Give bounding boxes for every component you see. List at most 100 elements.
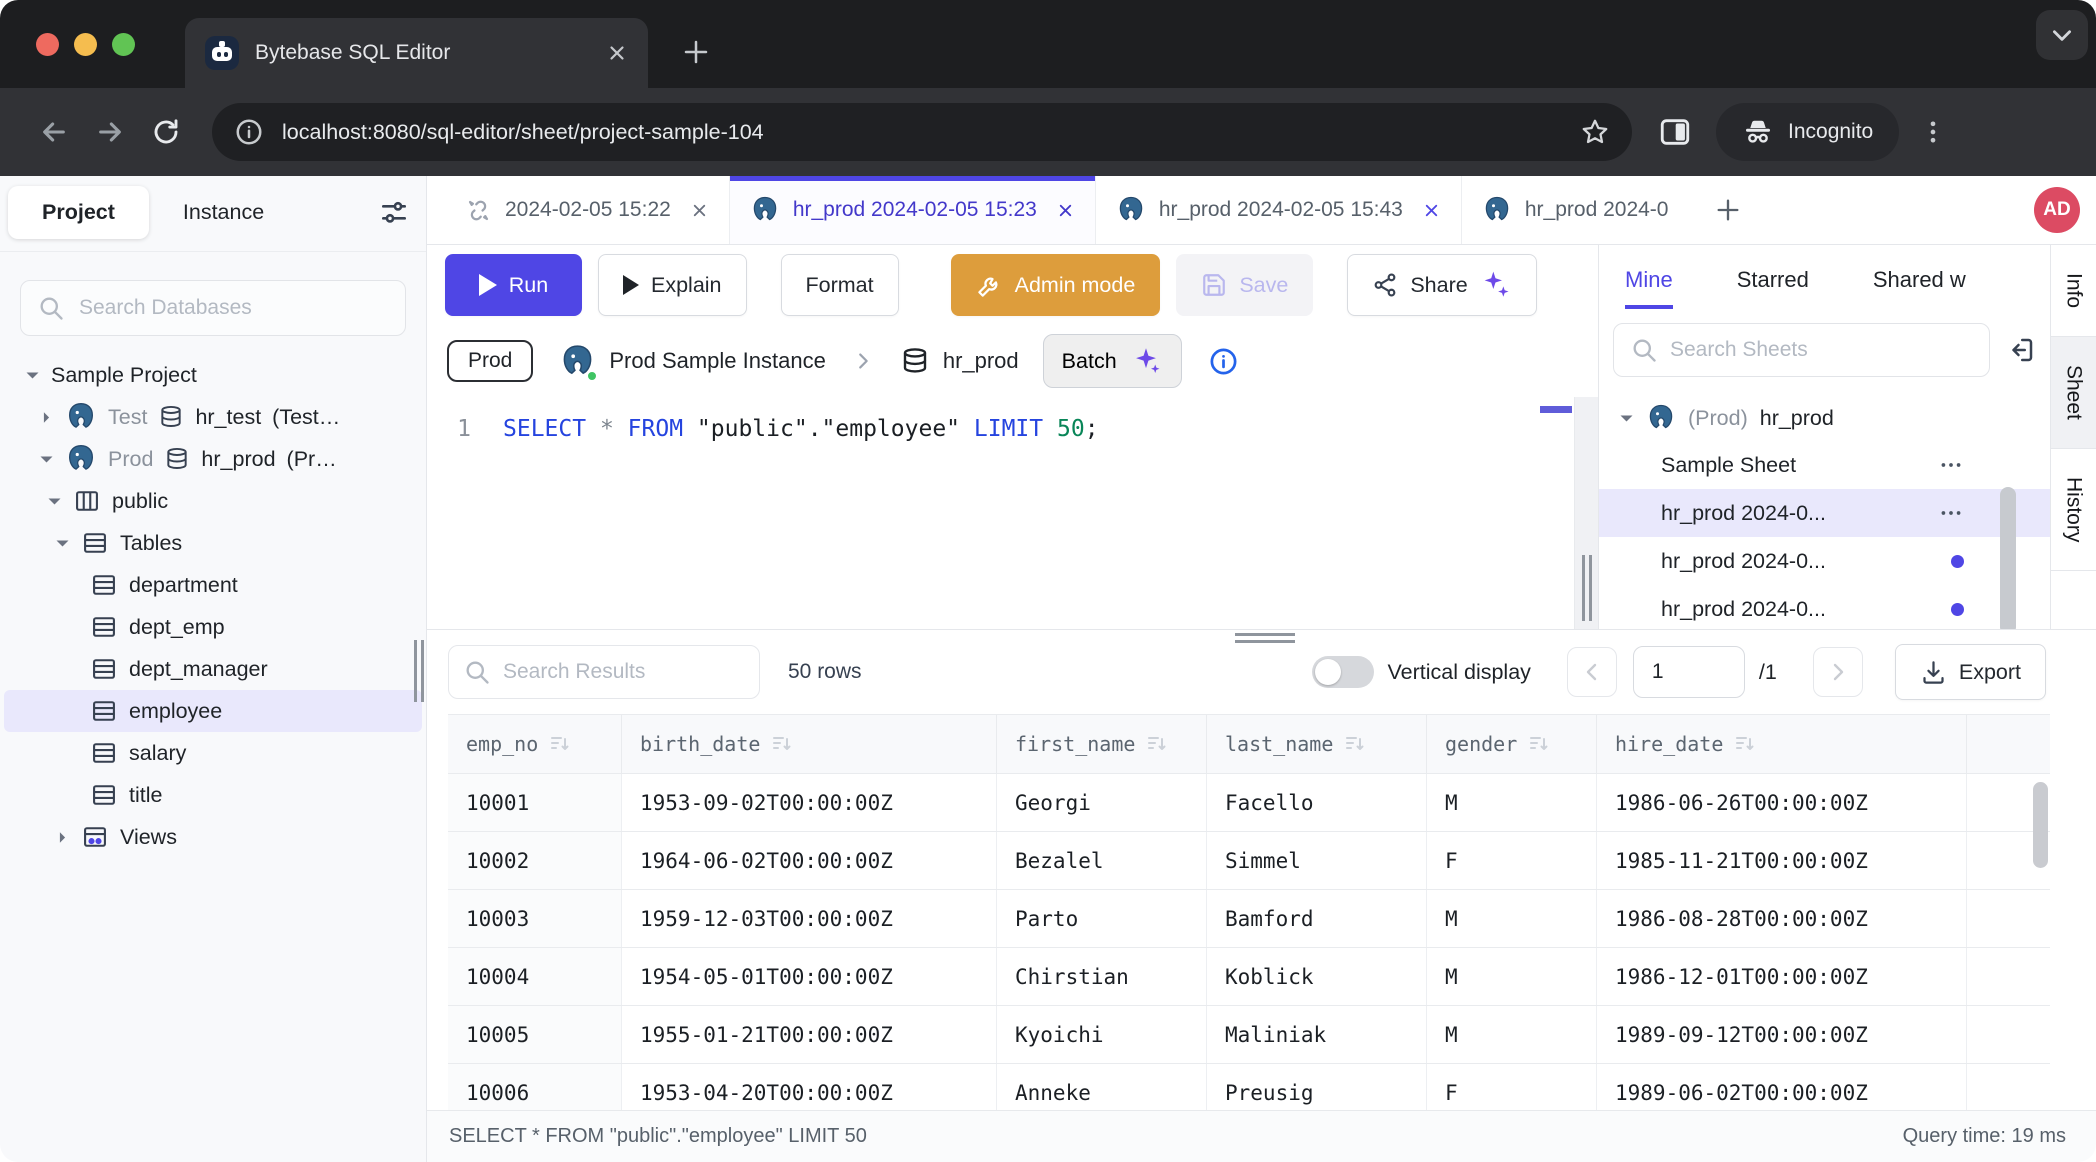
sidebar-resize-handle[interactable]	[414, 640, 426, 702]
caret-down-icon[interactable]	[46, 494, 62, 509]
sheet-group[interactable]: (Prod) hr_prod	[1599, 395, 2050, 441]
column-header[interactable]: last_name	[1207, 715, 1427, 773]
close-window-button[interactable]	[36, 33, 59, 56]
tree-node-table[interactable]: dept_manager	[4, 648, 422, 690]
caret-right-icon[interactable]	[38, 411, 54, 424]
column-header[interactable]: birth_date	[622, 715, 997, 773]
search-sheets-input[interactable]	[1670, 338, 1973, 362]
tree-node-table[interactable]: department	[4, 564, 422, 606]
side-panel-icon[interactable]	[1658, 115, 1692, 149]
site-info-icon[interactable]	[234, 117, 264, 147]
tree-node-schema-public[interactable]: public	[4, 480, 422, 522]
code-line: 1 SELECT * FROM "public"."employee" LIMI…	[427, 411, 1598, 447]
minimize-window-button[interactable]	[74, 33, 97, 56]
column-header[interactable]: first_name	[997, 715, 1207, 773]
table-row[interactable]: 10004 1954-05-01T00:00:00Z Chirstian Kob…	[448, 948, 2050, 1006]
results-resize-handle[interactable]	[1235, 633, 1295, 643]
tree-node-table-employee-selected[interactable]: employee	[4, 690, 422, 732]
caret-right-icon[interactable]	[54, 831, 70, 844]
batch-button[interactable]: Batch	[1043, 334, 1182, 388]
vertical-display-toggle[interactable]	[1312, 656, 1374, 688]
close-sheet-icon[interactable]	[1422, 201, 1441, 220]
search-icon	[37, 294, 65, 322]
reload-icon[interactable]	[138, 117, 194, 147]
close-sheet-icon[interactable]	[690, 201, 709, 220]
tree-node-database-prod[interactable]: Prod hr_prod (Pr…	[4, 438, 422, 480]
search-databases-input[interactable]	[79, 296, 389, 320]
tab-info[interactable]: Info	[2051, 245, 2096, 337]
sheet-search[interactable]	[1613, 323, 1990, 377]
panel-resize-handle[interactable]	[1582, 555, 1593, 621]
column-header[interactable]: gender	[1427, 715, 1597, 773]
tree-node-database-test[interactable]: Test hr_test (Test…	[4, 396, 422, 438]
next-page-button[interactable]	[1813, 647, 1863, 697]
share-button[interactable]: Share	[1347, 254, 1536, 316]
save-button[interactable]: Save	[1176, 254, 1313, 316]
back-icon[interactable]	[26, 116, 82, 148]
tab-mine[interactable]: Mine	[1625, 267, 1673, 309]
prev-page-button[interactable]	[1567, 647, 1617, 697]
run-button[interactable]: Run	[445, 254, 582, 316]
sheet-item-selected[interactable]: hr_prod 2024-0...	[1599, 489, 2050, 537]
explain-button[interactable]: Explain	[598, 254, 747, 316]
user-avatar[interactable]: AD	[2034, 187, 2080, 233]
sheet-item[interactable]: hr_prod 2024-0...	[1599, 585, 2050, 629]
results-search[interactable]	[448, 645, 760, 699]
tree-node-views-group[interactable]: Views	[4, 816, 422, 858]
caret-down-icon[interactable]	[38, 452, 54, 467]
format-button[interactable]: Format	[781, 254, 899, 316]
sheet-item[interactable]: Sample Sheet	[1599, 441, 2050, 489]
sheet-tab-1[interactable]: 2024-02-05 15:22	[445, 176, 730, 244]
sheet-tab-3[interactable]: hr_prod 2024-02-05 15:43	[1096, 176, 1462, 244]
database-crumb[interactable]: hr_prod	[900, 346, 1019, 376]
table-row[interactable]: 10001 1953-09-02T00:00:00Z Georgi Facell…	[448, 774, 2050, 832]
tab-starred[interactable]: Starred	[1737, 267, 1809, 309]
admin-mode-button[interactable]: Admin mode	[951, 254, 1161, 316]
database-search[interactable]	[20, 280, 406, 336]
table-row[interactable]: 10003 1959-12-03T00:00:00Z Parto Bamford…	[448, 890, 2050, 948]
tab-shared[interactable]: Shared w	[1873, 267, 1966, 309]
column-header[interactable]: emp_no	[448, 715, 622, 773]
info-icon[interactable]	[1208, 346, 1239, 377]
table-row[interactable]: 10005 1955-01-21T00:00:00Z Kyoichi Malin…	[448, 1006, 2050, 1064]
new-sheet-button[interactable]	[1700, 176, 1756, 244]
sheet-item[interactable]: hr_prod 2024-0...	[1599, 537, 2050, 585]
tree-node-table[interactable]: title	[4, 774, 422, 816]
forward-icon[interactable]	[82, 116, 138, 148]
browser-tab[interactable]: Bytebase SQL Editor	[185, 18, 648, 88]
table-icon	[90, 781, 118, 809]
tree-node-table[interactable]: dept_emp	[4, 606, 422, 648]
caret-down-icon[interactable]	[54, 536, 70, 551]
tab-search-chevron-icon[interactable]	[2036, 10, 2088, 60]
table-row-partial[interactable]: 10006 1953-04-20T00:00:00Z Anneke Preusi…	[448, 1064, 2050, 1110]
close-sheet-icon[interactable]	[1056, 201, 1075, 220]
maximize-window-button[interactable]	[112, 33, 135, 56]
tree-node-tables-group[interactable]: Tables	[4, 522, 422, 564]
export-button[interactable]: Export	[1895, 644, 2046, 700]
caret-down-icon[interactable]	[1619, 411, 1634, 426]
bookmark-star-icon[interactable]	[1580, 117, 1610, 147]
filter-sliders-icon[interactable]	[378, 197, 410, 229]
collapse-panel-icon[interactable]	[2006, 335, 2036, 365]
new-tab-button[interactable]	[672, 28, 720, 76]
tree-node-table[interactable]: salary	[4, 732, 422, 774]
instance-crumb[interactable]: Prod Sample Instance	[559, 343, 825, 380]
tab-history[interactable]: History	[2051, 449, 2096, 571]
sheet-scrollbar[interactable]	[2000, 487, 2016, 629]
table-row[interactable]: 10002 1964-06-02T00:00:00Z Bezalel Simme…	[448, 832, 2050, 890]
tab-sheet[interactable]: Sheet	[2051, 337, 2096, 449]
address-bar[interactable]: localhost:8080/sql-editor/sheet/project-…	[212, 103, 1632, 161]
sheet-tab-4[interactable]: hr_prod 2024-0	[1462, 176, 1700, 244]
tab-project[interactable]: Project	[8, 186, 149, 239]
caret-down-icon[interactable]	[24, 368, 40, 383]
tree-node-project[interactable]: Sample Project	[4, 354, 422, 396]
results-scrollbar[interactable]	[2033, 782, 2048, 868]
sheet-tab-2-active[interactable]: hr_prod 2024-02-05 15:23	[730, 176, 1096, 244]
browser-menu-icon[interactable]	[1919, 118, 1947, 146]
close-tab-icon[interactable]	[606, 42, 628, 64]
column-header[interactable]: hire_date	[1597, 715, 1967, 773]
page-number-input[interactable]	[1633, 646, 1745, 698]
tab-instance[interactable]: Instance	[149, 186, 298, 239]
sql-code-editor[interactable]: 1 SELECT * FROM "public"."employee" LIMI…	[427, 397, 1598, 629]
search-results-input[interactable]	[503, 660, 745, 684]
